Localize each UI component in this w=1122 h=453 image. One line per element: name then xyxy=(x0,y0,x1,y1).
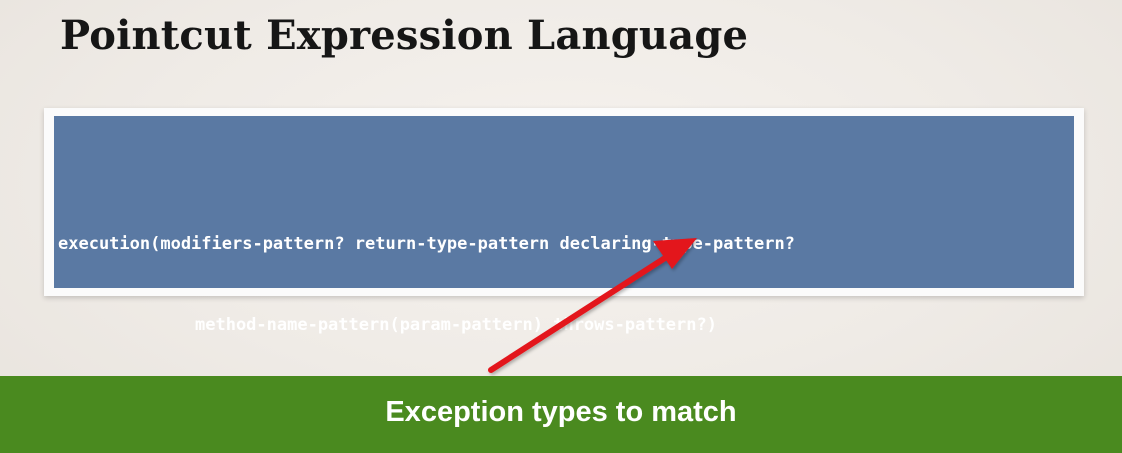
callout-text: Exception types to match xyxy=(385,396,737,428)
code-line-2: method-name-pattern(param-pattern) throw… xyxy=(195,315,717,335)
code-line-1: execution(modifiers-pattern? return-type… xyxy=(58,234,795,254)
code-block: execution(modifiers-pattern? return-type… xyxy=(54,177,1074,393)
callout-banner: Exception types to match xyxy=(0,376,1122,453)
slide: Pointcut Expression Language execution(m… xyxy=(0,0,1122,453)
code-frame: execution(modifiers-pattern? return-type… xyxy=(44,108,1084,335)
slide-title: Pointcut Expression Language xyxy=(60,12,749,59)
code-box: execution(modifiers-pattern? return-type… xyxy=(54,116,1074,335)
